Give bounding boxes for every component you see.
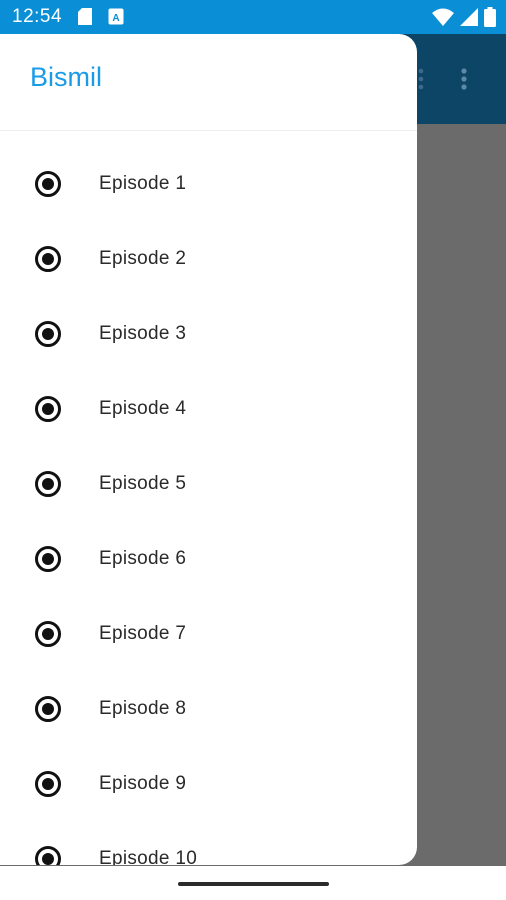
drawer-title: Bismil	[30, 62, 102, 92]
radio-selected-icon	[33, 319, 63, 349]
home-gesture-handle[interactable]	[178, 882, 329, 886]
drawer-item-episode-8[interactable]: Episode 8	[0, 671, 417, 746]
drawer-item-episode-9[interactable]: Episode 9	[0, 746, 417, 821]
sd-card-icon	[78, 8, 92, 30]
a-notification-icon: A	[108, 8, 124, 30]
drawer-item-episode-5[interactable]: Episode 5	[0, 446, 417, 521]
svg-text:A: A	[112, 13, 119, 24]
wifi-icon	[432, 8, 454, 31]
gesture-nav-bar	[0, 866, 506, 900]
toolbar-partial-icon	[416, 67, 426, 96]
drawer-item-label: Episode 6	[99, 547, 187, 569]
drawer-item-label: Episode 4	[99, 397, 187, 419]
signal-icon	[460, 8, 478, 31]
drawer-item-label: Episode 3	[99, 322, 187, 344]
more-vert-icon[interactable]	[457, 67, 471, 96]
drawer-item-episode-7[interactable]: Episode 7	[0, 596, 417, 671]
radio-selected-icon	[33, 394, 63, 424]
drawer-item-label: Episode 9	[99, 772, 187, 794]
drawer-header: Bismil	[0, 34, 417, 131]
radio-selected-icon	[33, 769, 63, 799]
drawer-item-label: Episode 5	[99, 472, 187, 494]
episode-list: Episode 1 Episode 2 Episode 3 Episode 4 …	[0, 146, 417, 865]
status-time: 12:54	[12, 6, 63, 27]
drawer-item-episode-1[interactable]: Episode 1	[0, 146, 417, 221]
radio-selected-icon	[33, 169, 63, 199]
status-right-icons	[432, 7, 496, 32]
drawer-item-label: Episode 2	[99, 247, 187, 269]
radio-selected-icon	[33, 544, 63, 574]
navigation-drawer: Bismil Episode 1 Episode 2 Episode 3 Epi…	[0, 34, 417, 865]
radio-selected-icon	[33, 469, 63, 499]
radio-selected-icon	[33, 244, 63, 274]
status-bar: 12:54 A	[0, 0, 506, 34]
drawer-item-label: Episode 7	[99, 622, 187, 644]
drawer-item-episode-4[interactable]: Episode 4	[0, 371, 417, 446]
drawer-item-episode-2[interactable]: Episode 2	[0, 221, 417, 296]
drawer-item-episode-3[interactable]: Episode 3	[0, 296, 417, 371]
drawer-item-episode-6[interactable]: Episode 6	[0, 521, 417, 596]
drawer-item-episode-10[interactable]: Episode 10	[0, 821, 417, 865]
battery-icon	[484, 7, 496, 32]
drawer-item-label: Episode 10	[99, 847, 198, 866]
radio-selected-icon	[33, 844, 63, 865]
radio-selected-icon	[33, 694, 63, 724]
radio-selected-icon	[33, 619, 63, 649]
drawer-item-label: Episode 8	[99, 697, 187, 719]
drawer-item-label: Episode 1	[99, 172, 187, 194]
